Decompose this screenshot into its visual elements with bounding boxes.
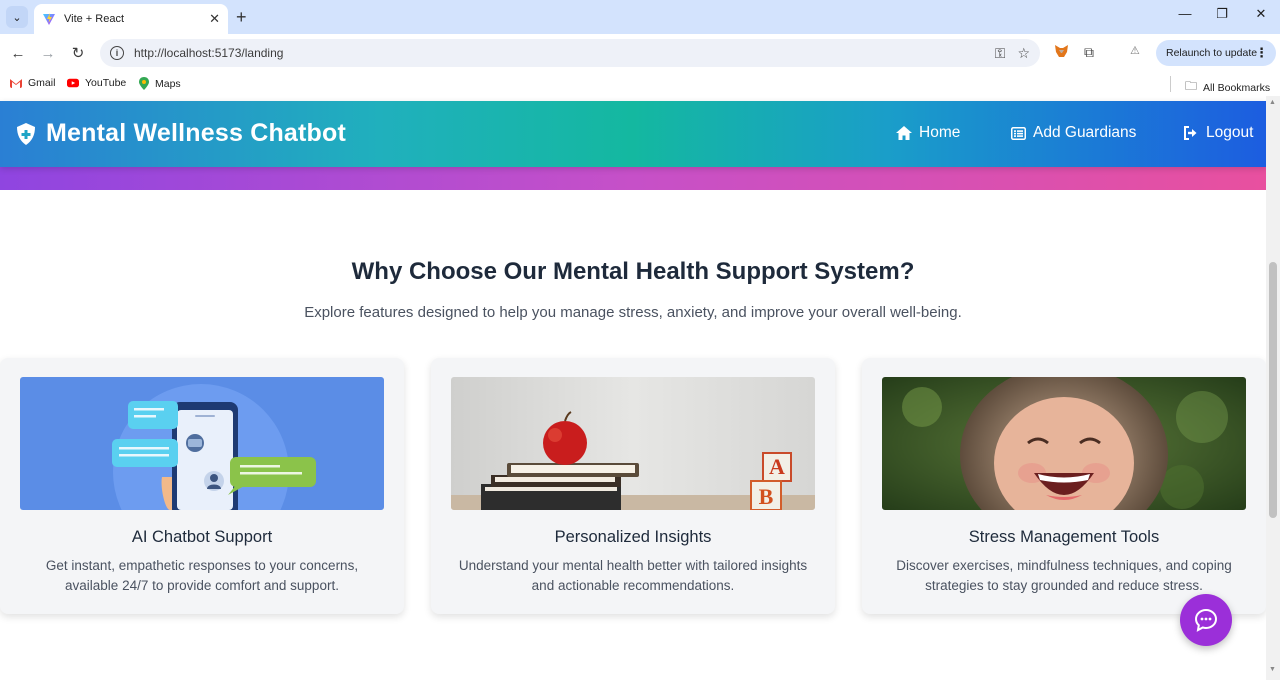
nav-home-link[interactable]: Home bbox=[896, 124, 960, 142]
maps-pin-icon bbox=[139, 77, 149, 90]
update-warning-icon[interactable]: ⚠ bbox=[1130, 44, 1140, 57]
new-tab-button[interactable]: + bbox=[236, 7, 247, 28]
bookmark-star-icon[interactable]: ☆ bbox=[1017, 45, 1030, 62]
bookmark-gmail[interactable]: Gmail bbox=[10, 77, 55, 89]
brand-title: Mental Wellness Chatbot bbox=[46, 119, 347, 147]
maximize-button[interactable]: ❐ bbox=[1207, 6, 1237, 22]
address-bar[interactable]: i http://localhost:5173/landing ⚿ ☆ bbox=[100, 39, 1040, 67]
chatbot-illustration bbox=[20, 377, 384, 510]
feature-card-stress: Stress Management Tools Discover exercis… bbox=[862, 358, 1266, 614]
back-button[interactable]: ← bbox=[8, 43, 28, 63]
page-scrollbar[interactable]: ▲ ▼ bbox=[1266, 96, 1280, 680]
page-viewport: Mental Wellness Chatbot Home Add Guardia… bbox=[0, 96, 1266, 680]
chat-open-button[interactable] bbox=[1180, 594, 1232, 646]
browser-tab[interactable]: Vite + React ✕ bbox=[34, 4, 228, 34]
bookmark-youtube[interactable]: YouTube bbox=[67, 77, 126, 89]
nav-logout-link[interactable]: Logout bbox=[1183, 124, 1253, 142]
section-heading: Why Choose Our Mental Health Support Sys… bbox=[351, 258, 915, 285]
relaunch-label: Relaunch to update bbox=[1166, 47, 1258, 59]
card-title: AI Chatbot Support bbox=[131, 528, 273, 546]
chevron-down-icon: ⌄ bbox=[12, 11, 22, 24]
card-title: Stress Management Tools bbox=[968, 528, 1160, 546]
scroll-down-arrow-icon[interactable]: ▼ bbox=[1269, 666, 1276, 673]
bookmarks-bar: Gmail YouTube Maps 🗀 All Bookmarks bbox=[0, 72, 1280, 96]
site-info-icon[interactable]: i bbox=[110, 46, 124, 60]
extensions-puzzle-icon[interactable]: ⧉ bbox=[1084, 44, 1094, 61]
feature-card-chatbot: AI Chatbot Support Get instant, empathet… bbox=[0, 358, 404, 614]
laughing-child-photo bbox=[882, 377, 1246, 510]
bookmarks-divider bbox=[1170, 76, 1171, 92]
card-description: Understand your mental health better wit… bbox=[458, 558, 808, 593]
folder-icon: 🗀 bbox=[1185, 79, 1198, 93]
list-icon bbox=[1011, 126, 1026, 140]
logout-icon bbox=[1184, 126, 1197, 140]
card-description: Discover exercises, mindfulness techniqu… bbox=[896, 558, 1232, 593]
youtube-icon bbox=[67, 78, 79, 88]
vite-favicon-icon bbox=[43, 13, 55, 25]
bookmark-maps[interactable]: Maps bbox=[139, 77, 181, 90]
address-url[interactable]: http://localhost:5173/landing bbox=[134, 46, 983, 60]
bookmark-label: Maps bbox=[155, 77, 181, 90]
nav-home-label: Home bbox=[919, 124, 961, 141]
svg-text:B: B bbox=[759, 484, 774, 509]
top-navbar: Mental Wellness Chatbot Home Add Guardia… bbox=[0, 101, 1266, 167]
bookmark-label: YouTube bbox=[85, 77, 127, 89]
kebab-menu-icon[interactable]: ⋮ bbox=[1255, 45, 1268, 61]
relaunch-update-button[interactable]: Relaunch to update ⋮ bbox=[1156, 40, 1276, 66]
scrollbar-thumb[interactable] bbox=[1269, 262, 1277, 518]
forward-button[interactable]: → bbox=[38, 43, 58, 63]
password-key-icon[interactable]: ⚿ bbox=[995, 45, 1006, 62]
card-description: Get instant, empathetic responses to you… bbox=[45, 558, 359, 593]
metamask-extension-icon[interactable] bbox=[1054, 44, 1069, 61]
tab-close-icon[interactable]: ✕ bbox=[209, 11, 220, 27]
chat-bubble-icon bbox=[1194, 608, 1218, 632]
brand[interactable]: Mental Wellness Chatbot bbox=[16, 119, 346, 148]
nav-add-guardians-link[interactable]: Add Guardians bbox=[1011, 124, 1136, 142]
reload-button[interactable]: ↻ bbox=[68, 43, 88, 63]
scroll-up-arrow-icon[interactable]: ▲ bbox=[1269, 99, 1276, 106]
all-bookmarks-button[interactable]: 🗀 All Bookmarks bbox=[1185, 77, 1270, 98]
nav-add-guardians-label: Add Guardians bbox=[1033, 124, 1137, 141]
tab-search-button[interactable]: ⌄ bbox=[6, 6, 28, 28]
all-bookmarks-label: All Bookmarks bbox=[1203, 81, 1271, 94]
apple-books-photo: A B bbox=[451, 377, 815, 510]
bookmark-label: Gmail bbox=[28, 77, 56, 89]
nav-logout-label: Logout bbox=[1206, 124, 1254, 141]
minimize-button[interactable]: — bbox=[1170, 6, 1200, 21]
card-title: Personalized Insights bbox=[554, 528, 712, 546]
window-close-button[interactable]: ✕ bbox=[1246, 6, 1276, 22]
gmail-icon bbox=[10, 79, 22, 88]
section-subheading: Explore features designed to help you ma… bbox=[304, 304, 962, 321]
shield-icon bbox=[17, 122, 35, 145]
feature-card-insights: A B Personalized Insights Understand you… bbox=[431, 358, 835, 614]
home-icon bbox=[896, 126, 912, 140]
tab-title: Vite + React bbox=[64, 13, 125, 25]
browser-toolbar: ← → ↻ i http://localhost:5173/landing ⚿ … bbox=[0, 34, 1280, 72]
hero-gradient-strip bbox=[0, 164, 1266, 190]
svg-text:A: A bbox=[769, 454, 785, 479]
browser-tabstrip: ⌄ Vite + React ✕ + — ❐ ✕ bbox=[0, 0, 1280, 34]
